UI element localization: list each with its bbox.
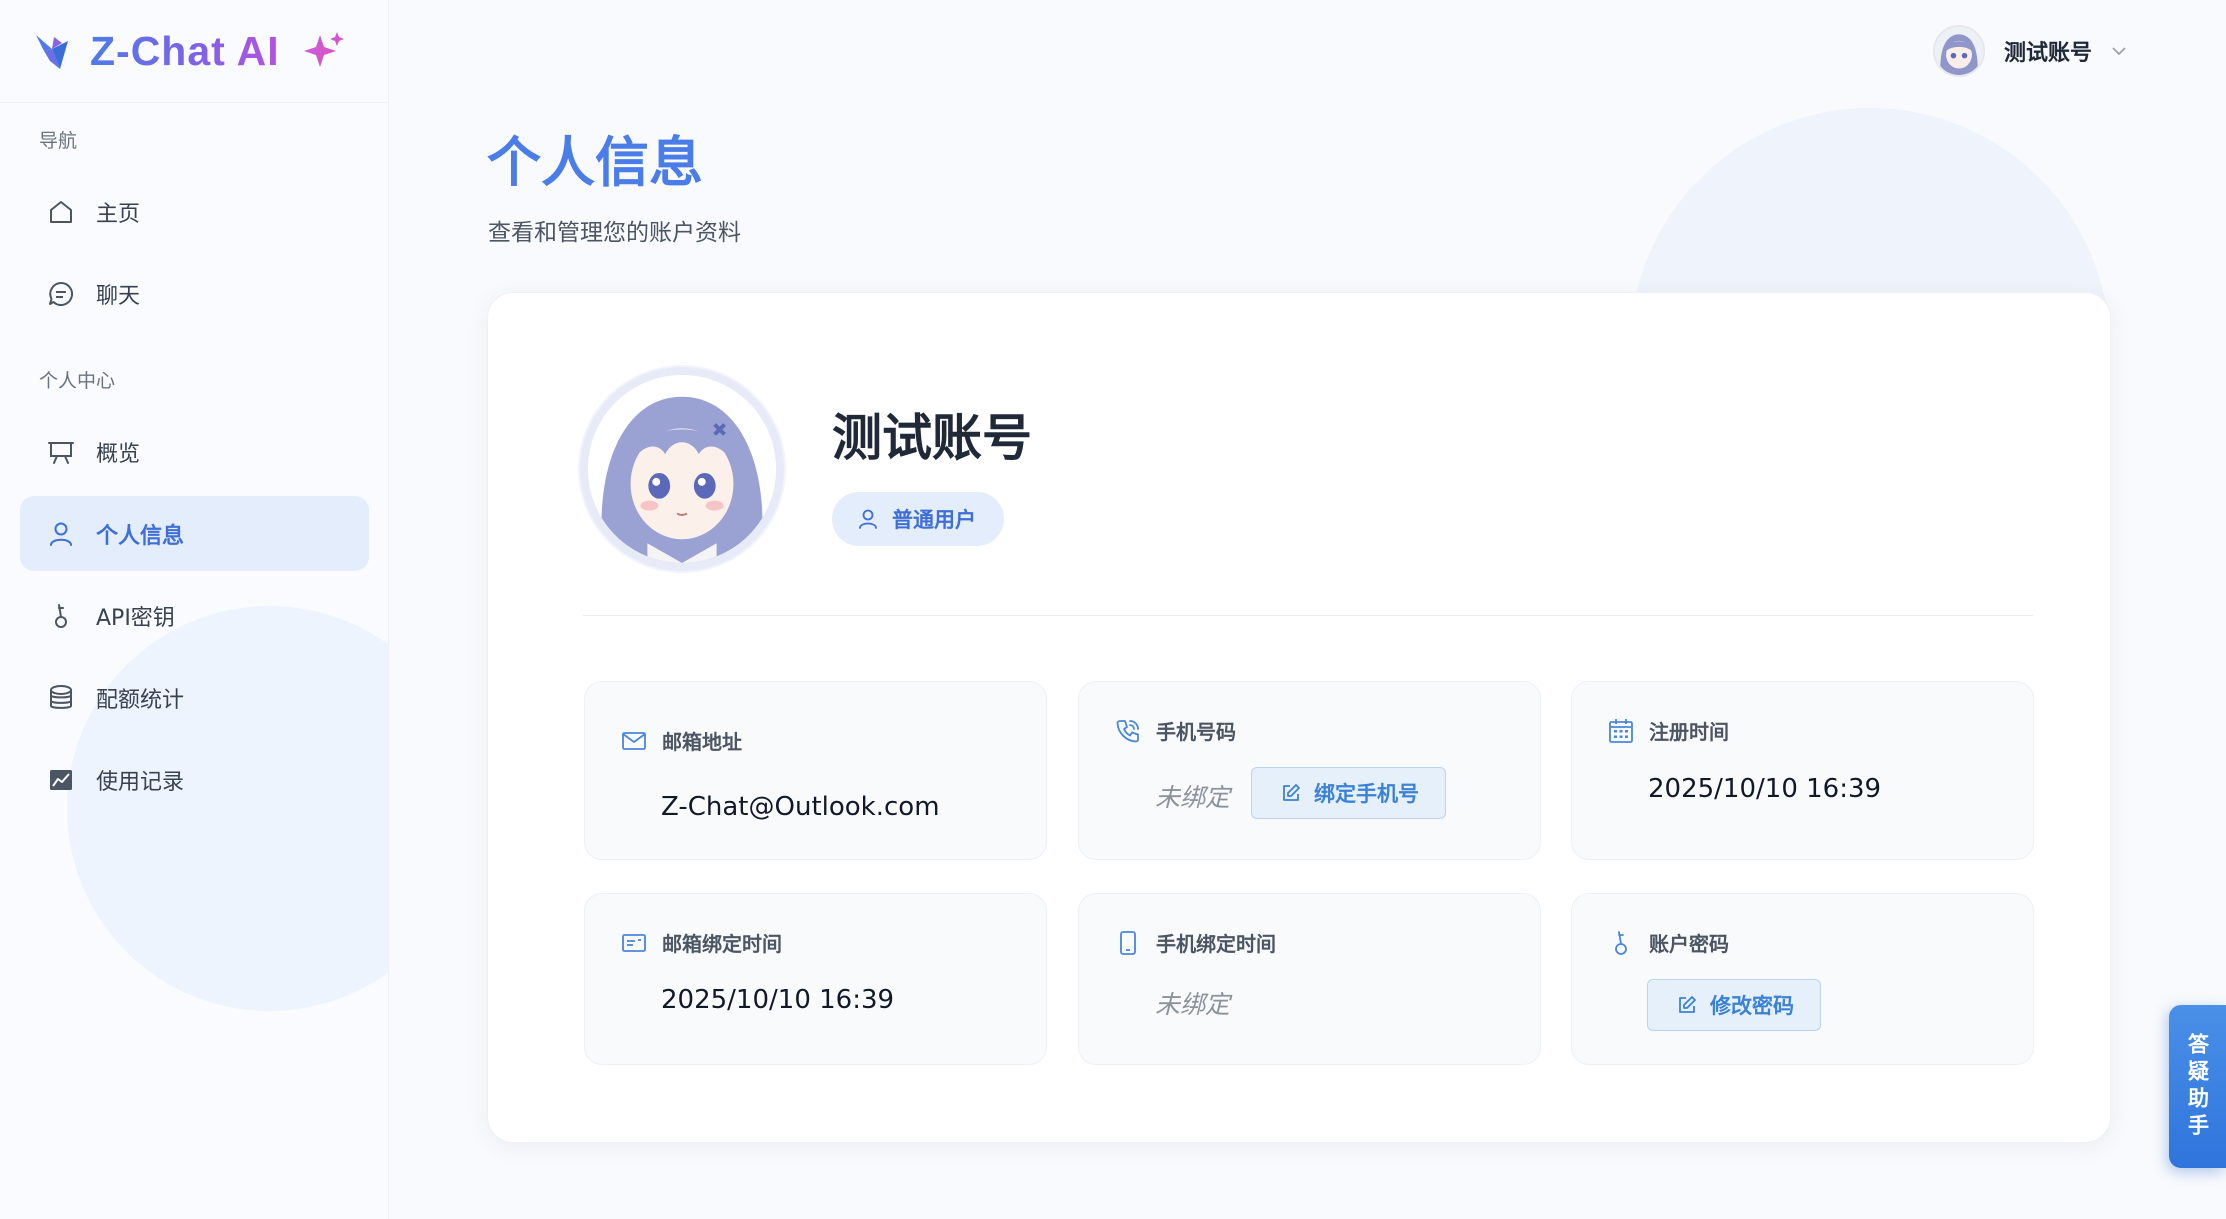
info-email-bind-header: 邮箱绑定时间 [620,928,782,957]
change-password-label: 修改密码 [1710,994,1794,1018]
sidebar-item-chat[interactable]: 聊天 [20,256,369,331]
origami-bird-icon [36,35,68,69]
info-phone-bind-header: 手机绑定时间 [1114,928,1276,957]
sidebar-item-label: 配额统计 [96,687,185,713]
key-icon [55,603,67,628]
sidebar-item-label: 主页 [96,201,141,227]
user-icon [859,509,877,529]
info-register-label: 注册时间 [1649,720,1729,744]
sidebar-item-label: 聊天 [96,283,141,309]
sidebar-item-label: 使用记录 [96,769,185,795]
sidebar-item-api-keys[interactable]: API密钥 [20,578,369,653]
divider [583,615,2033,616]
info-email-bind-label: 邮箱绑定时间 [662,932,782,956]
mail-icon [622,731,646,750]
role-badge: 普通用户 [832,492,1004,546]
edit-icon [1679,996,1696,1013]
section-title-personal: 个人中心 [39,370,116,392]
sidebar-item-overview[interactable]: 概览 [20,414,369,489]
profile-name: 测试账号 [832,409,1032,467]
brand-header[interactable]: Z-Chat AI [0,0,388,103]
brand-name: Z-Chat AI [90,27,280,74]
chart-icon [50,769,72,790]
info-register-value: 2025/10/10 16:39 [1648,774,1882,804]
change-password-button[interactable]: 修改密码 [1647,979,1821,1031]
info-password: 账户密码 修改密码 [1571,893,2034,1065]
phone-icon [1116,719,1139,742]
info-phone-bind-time: 手机绑定时间 未绑定 [1078,893,1541,1065]
bind-phone-button[interactable]: 绑定手机号 [1251,767,1446,819]
id-card-icon [622,933,646,952]
key-icon [1615,930,1627,955]
presentation-board-icon [48,441,74,464]
info-password-header: 账户密码 [1607,928,1729,957]
sidebar-item-quota[interactable]: 配额统计 [20,660,369,735]
helper-label: 答疑助手 [2185,1032,2210,1141]
info-phone-bind-value: 未绑定 [1155,990,1231,1019]
sidebar: Z-Chat AI 导航 主页 聊天 个人中心 概览 个人信息 API密钥 配额… [0,0,389,1219]
info-phone: 手机号码 未绑定 绑定手机号 [1078,681,1541,860]
info-phone-header: 手机号码 [1114,716,1236,745]
calendar-icon [1609,718,1633,743]
chat-bubble-icon [49,281,73,306]
info-email-label: 邮箱地址 [662,730,742,754]
info-phone-label: 手机号码 [1156,720,1236,744]
role-label: 普通用户 [892,508,976,532]
profile-avatar [580,367,784,571]
info-register-header: 注册时间 [1607,716,1729,745]
sidebar-item-label: 个人信息 [96,523,185,549]
sidebar-item-usage[interactable]: 使用记录 [20,742,369,817]
sparkle-icon [303,32,344,67]
mobile-phone-icon [1120,930,1136,955]
sidebar-item-label: 概览 [96,441,141,467]
database-icon [50,684,72,709]
sidebar-item-label: API密钥 [96,605,175,631]
info-email-bind-value: 2025/10/10 16:39 [661,985,895,1015]
page-title: 个人信息 [487,131,703,194]
section-title-nav: 导航 [39,130,78,152]
info-email-header: 邮箱地址 [620,726,742,755]
page-subtitle: 查看和管理您的账户资料 [488,220,741,246]
info-email-bind-time: 邮箱绑定时间 2025/10/10 16:39 [584,893,1047,1065]
home-icon [50,200,72,223]
info-register-time: 注册时间 2025/10/10 16:39 [1571,681,2034,860]
user-icon [50,522,72,546]
info-phone-value: 未绑定 [1155,783,1231,812]
info-email-value: Z-Chat@Outlook.com [661,792,940,822]
info-password-label: 账户密码 [1649,932,1729,956]
helper-assistant-button[interactable]: 答疑助手 [2169,1005,2226,1168]
chevron-down-icon [2112,47,2126,56]
header-username: 测试账号 [2004,41,2093,66]
user-menu[interactable]: 测试账号 [1933,22,2128,80]
info-phone-bind-label: 手机绑定时间 [1156,932,1276,956]
info-email: 邮箱地址 Z-Chat@Outlook.com [584,681,1047,860]
bind-phone-label: 绑定手机号 [1314,782,1419,806]
sidebar-item-home[interactable]: 主页 [20,174,369,249]
edit-icon [1283,784,1300,801]
sidebar-item-profile[interactable]: 个人信息 [20,496,369,571]
avatar [1933,25,1985,77]
